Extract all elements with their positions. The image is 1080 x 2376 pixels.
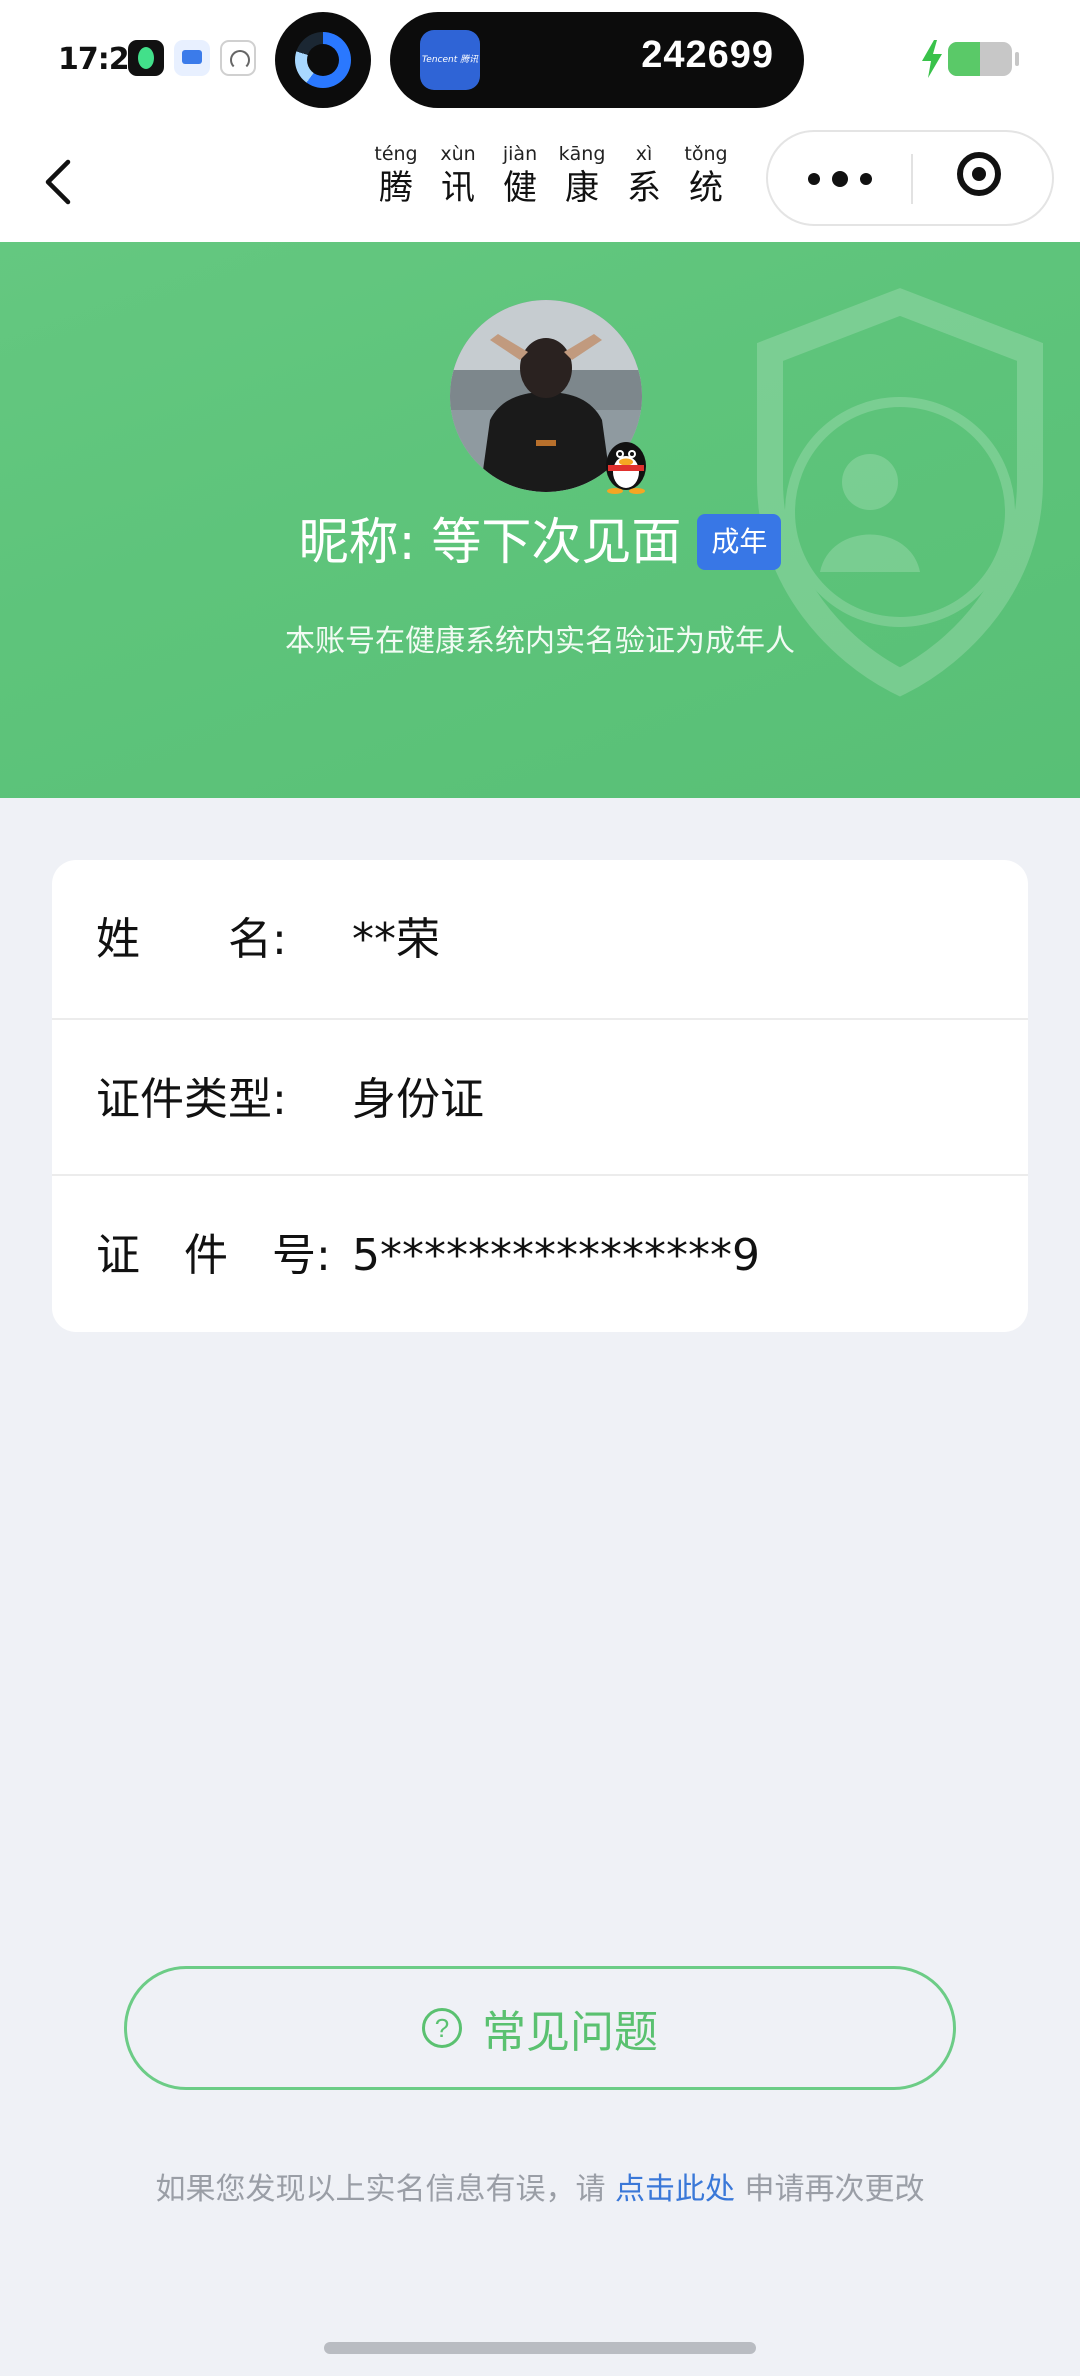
more-dot — [808, 173, 820, 185]
correction-note: 如果您发现以上实名信息有误，请 点击此处 申请再次更改 — [0, 2164, 1080, 2208]
adult-badge: 成年 — [697, 514, 782, 570]
name-value: **荣 — [352, 914, 440, 965]
title-char: téng 腾 — [365, 142, 427, 222]
title-hanzi: 讯 — [441, 168, 475, 208]
realname-info-card: 姓 名: **荣 证件类型: 身份证 证 件 号: 5*************… — [52, 860, 1028, 1332]
more-icon[interactable] — [768, 132, 911, 224]
back-arrow-icon[interactable] — [30, 148, 90, 216]
title-hanzi: 腾 — [379, 168, 413, 208]
info-row-id-number: 证 件 号: 5****************9 — [52, 1174, 1028, 1332]
title-pinyin: jiàn — [502, 143, 538, 165]
correction-note-prefix: 如果您发现以上实名信息有误，请 — [155, 2172, 615, 2207]
more-dot — [860, 173, 872, 185]
id-number-label: 证 件 号: — [96, 1230, 331, 1281]
battery-icon — [948, 42, 1012, 76]
battery-tip — [1015, 52, 1019, 66]
id-type-value: 身份证 — [352, 1074, 484, 1125]
question-circle-icon: ? — [422, 2008, 462, 2048]
media-progress-icon — [295, 32, 351, 88]
title-pinyin: kāng — [558, 143, 606, 165]
correction-note-suffix: 申请再次更改 — [735, 2172, 925, 2207]
id-type-label: 证件类型: — [96, 1074, 287, 1125]
nickname: 昵称: 等下次见面 — [298, 513, 682, 571]
title-char: jiàn 健 — [489, 142, 551, 222]
title-hanzi: 统 — [689, 168, 723, 208]
verification-code: 242699 — [641, 34, 774, 76]
miniapp-capsule — [766, 130, 1054, 226]
chat-app-icon — [174, 40, 210, 76]
music-app-icon — [128, 40, 164, 76]
title-pinyin: téng — [374, 143, 418, 165]
nickname-row: 昵称: 等下次见面 成年 — [0, 510, 1080, 574]
title-char: kāng 康 — [551, 142, 613, 222]
status-bar: 17:26 Tencent 腾讯 242699 — [0, 0, 1080, 122]
title-pinyin: xì — [635, 143, 653, 165]
title-pinyin: xùn — [440, 143, 476, 165]
name-label: 姓 名: — [96, 914, 287, 965]
page-title: téng 腾 xùn 讯 jiàn 健 kāng 康 xì 系 tǒng 统 — [365, 142, 737, 222]
title-hanzi: 康 — [565, 168, 599, 208]
dynamic-island-notification[interactable]: Tencent 腾讯 242699 — [390, 12, 804, 108]
title-hanzi: 健 — [503, 168, 537, 208]
nav-bar: téng 腾 xùn 讯 jiàn 健 kāng 康 xì 系 tǒng 统 — [0, 122, 1080, 242]
profile-header: 昵称: 等下次见面 成年 本账号在健康系统内实名验证为成年人 — [0, 242, 1080, 798]
title-char: xùn 讯 — [427, 142, 489, 222]
charging-bolt-icon — [922, 40, 942, 78]
title-pinyin: tǒng — [684, 143, 728, 165]
faq-button[interactable]: ? 常见问题 — [124, 1966, 956, 2090]
more-dot — [832, 171, 848, 187]
close-miniapp-icon[interactable] — [913, 132, 1054, 224]
info-row-id-type: 证件类型: 身份证 — [52, 1018, 1028, 1176]
dynamic-island-media[interactable] — [275, 12, 371, 108]
tencent-app-icon: Tencent 腾讯 — [420, 30, 480, 90]
info-row-name: 姓 名: **荣 — [52, 860, 1028, 1016]
gauge-app-icon — [220, 40, 256, 76]
faq-content: ? 常见问题 — [127, 1969, 953, 2087]
click-here-link[interactable]: 点击此处 — [615, 2172, 735, 2207]
close-ring — [957, 152, 1001, 196]
title-char: tǒng 统 — [675, 142, 737, 222]
battery-level — [948, 42, 980, 76]
title-char: xì 系 — [613, 142, 675, 222]
screen: 17:26 Tencent 腾讯 242699 téng 腾 xùn 讯 jià… — [0, 0, 1080, 2376]
faq-label: 常见问题 — [482, 2007, 658, 2058]
home-indicator[interactable] — [324, 2342, 756, 2354]
id-number-value: 5****************9 — [352, 1230, 760, 1281]
verification-description: 本账号在健康系统内实名验证为成年人 — [285, 624, 795, 659]
title-hanzi: 系 — [627, 168, 661, 208]
qq-penguin-icon — [606, 442, 646, 494]
